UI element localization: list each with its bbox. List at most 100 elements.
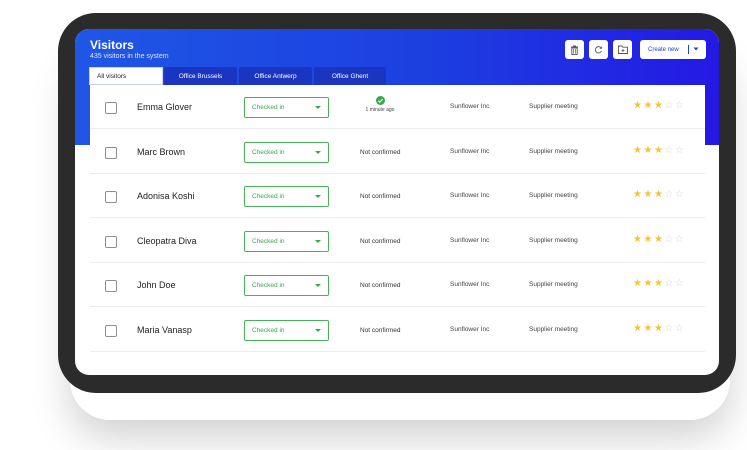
status-value: Checked in — [252, 148, 285, 156]
company: Sunflower Inc — [450, 325, 490, 333]
star-empty-icon[interactable]: ☆ — [664, 101, 673, 111]
chevron-down-icon — [315, 328, 321, 332]
chevron-down-icon — [315, 195, 321, 198]
rating: ★ ★ ★ ☆ ☆ — [633, 279, 684, 289]
page-title: Visitors — [90, 38, 134, 52]
tab-label: All visitors — [97, 72, 127, 80]
confirmation-status: Not confirmed — [360, 193, 401, 200]
delete-button[interactable] — [565, 40, 584, 59]
table-row[interactable]: Adonisa Koshi Checked in Not confirmed S… — [90, 174, 705, 218]
company: Sunflower Inc — [450, 147, 490, 155]
status-value: Checked in — [252, 326, 285, 334]
table-row[interactable]: Marc Brown Checked in Not confirmed Sunf… — [90, 130, 705, 174]
row-checkbox[interactable] — [105, 280, 117, 292]
company: Sunflower Inc — [450, 236, 490, 244]
company: Sunflower Inc — [450, 103, 490, 110]
status-dropdown[interactable]: Checked in — [244, 319, 329, 341]
star-filled-icon[interactable]: ★ — [633, 145, 642, 156]
rating: ★ ★ ★ ☆ ☆ — [633, 101, 684, 111]
tab-office-brussels[interactable]: Office Brussels — [164, 67, 237, 85]
check-circle-icon — [375, 96, 385, 105]
star-filled-icon[interactable]: ★ — [643, 145, 652, 156]
confirmation-status: Not confirmed — [360, 148, 401, 156]
star-filled-icon[interactable]: ★ — [654, 279, 663, 289]
status-dropdown[interactable]: Checked in — [244, 186, 329, 207]
star-empty-icon[interactable]: ☆ — [664, 190, 673, 200]
folder-button[interactable] — [613, 40, 632, 59]
star-filled-icon[interactable]: ★ — [654, 234, 663, 245]
row-checkbox[interactable] — [105, 235, 117, 248]
visitor-name: Emma Glover — [137, 102, 193, 112]
star-filled-icon[interactable]: ★ — [643, 323, 652, 334]
star-filled-icon[interactable]: ★ — [643, 190, 652, 200]
row-checkbox[interactable] — [105, 146, 117, 159]
visit-purpose: Supplier meeting — [529, 281, 578, 288]
star-empty-icon[interactable]: ☆ — [675, 234, 684, 245]
status-dropdown[interactable]: Checked in — [244, 275, 329, 296]
star-filled-icon[interactable]: ★ — [633, 101, 642, 111]
star-filled-icon[interactable]: ★ — [654, 323, 663, 334]
star-filled-icon[interactable]: ★ — [643, 101, 652, 111]
star-filled-icon[interactable]: ★ — [654, 190, 663, 200]
confirmation-time: 1 minute ago — [365, 107, 395, 113]
star-empty-icon[interactable]: ☆ — [675, 279, 684, 289]
star-filled-icon[interactable]: ★ — [643, 279, 652, 289]
table-row[interactable]: Maria Vanasp Checked in Not confirmed Su… — [90, 308, 705, 352]
row-checkbox[interactable] — [105, 102, 117, 114]
star-empty-icon[interactable]: ☆ — [675, 323, 684, 334]
star-filled-icon[interactable]: ★ — [633, 190, 642, 200]
status-value: Checked in — [252, 282, 285, 289]
create-new-button[interactable]: Create new — [640, 40, 706, 59]
star-filled-icon[interactable]: ★ — [633, 279, 642, 289]
star-empty-icon[interactable]: ☆ — [664, 234, 673, 245]
tab-label: Office Antwerp — [254, 72, 297, 80]
row-checkbox[interactable] — [105, 191, 117, 203]
create-new-label: Create new — [648, 46, 679, 53]
table-row[interactable]: John Doe Checked in Not confirmed Sunflo… — [90, 263, 705, 307]
rating: ★ ★ ★ ☆ ☆ — [633, 234, 684, 245]
star-empty-icon[interactable]: ☆ — [675, 190, 684, 200]
star-empty-icon[interactable]: ☆ — [664, 323, 673, 334]
confirmation-status: Not confirmed — [360, 282, 401, 289]
table-row[interactable]: Emma Glover Checked in 1 minute ago Sunf… — [90, 85, 705, 129]
table-row[interactable]: Cleopatra Diva Checked in Not confirmed … — [90, 219, 705, 263]
refresh-button[interactable] — [589, 40, 608, 59]
star-filled-icon[interactable]: ★ — [633, 234, 642, 245]
star-empty-icon[interactable]: ☆ — [675, 145, 684, 156]
star-filled-icon[interactable]: ★ — [654, 101, 663, 111]
rating: ★ ★ ★ ☆ ☆ — [633, 190, 684, 200]
confirmation-status: Not confirmed — [360, 237, 401, 245]
chevron-down-icon — [315, 239, 321, 243]
visit-purpose: Supplier meeting — [529, 103, 578, 110]
star-filled-icon[interactable]: ★ — [643, 234, 652, 245]
star-filled-icon[interactable]: ★ — [633, 323, 642, 334]
status-dropdown[interactable]: Checked in — [244, 141, 329, 163]
tab-office-antwerp[interactable]: Office Antwerp — [239, 67, 312, 85]
tab-label: Office Brussels — [178, 72, 223, 80]
star-empty-icon[interactable]: ☆ — [675, 101, 684, 111]
visitor-name: John Doe — [137, 280, 176, 290]
status-value: Checked in — [252, 104, 285, 111]
status-value: Checked in — [252, 237, 285, 245]
star-empty-icon[interactable]: ☆ — [664, 145, 673, 156]
tab-office-ghent[interactable]: Office Ghent — [314, 67, 386, 85]
row-checkbox[interactable] — [105, 324, 117, 337]
confirmation-status: Not confirmed — [360, 326, 401, 334]
status-dropdown[interactable]: Checked in — [244, 97, 329, 118]
trash-icon — [571, 45, 578, 55]
rating: ★ ★ ★ ☆ ☆ — [633, 145, 684, 156]
confirmation-status: 1 minute ago — [360, 96, 400, 113]
chevron-down-icon — [315, 150, 321, 154]
chevron-down-icon[interactable] — [693, 45, 699, 53]
star-filled-icon[interactable]: ★ — [654, 145, 663, 156]
status-dropdown[interactable]: Checked in — [244, 230, 329, 252]
star-empty-icon[interactable]: ☆ — [664, 279, 673, 289]
visit-purpose: Supplier meeting — [529, 147, 578, 155]
visitor-name: Adonisa Koshi — [137, 191, 195, 201]
tab-all-visitors[interactable]: All visitors — [89, 67, 163, 85]
visitor-name: Maria Vanasp — [137, 324, 192, 335]
folder-icon — [617, 45, 628, 54]
tab-label: Office Ghent — [331, 72, 369, 80]
app-screen: Visitors 435 visitors in the system Crea… — [75, 29, 719, 375]
visit-purpose: Supplier meeting — [529, 192, 578, 199]
